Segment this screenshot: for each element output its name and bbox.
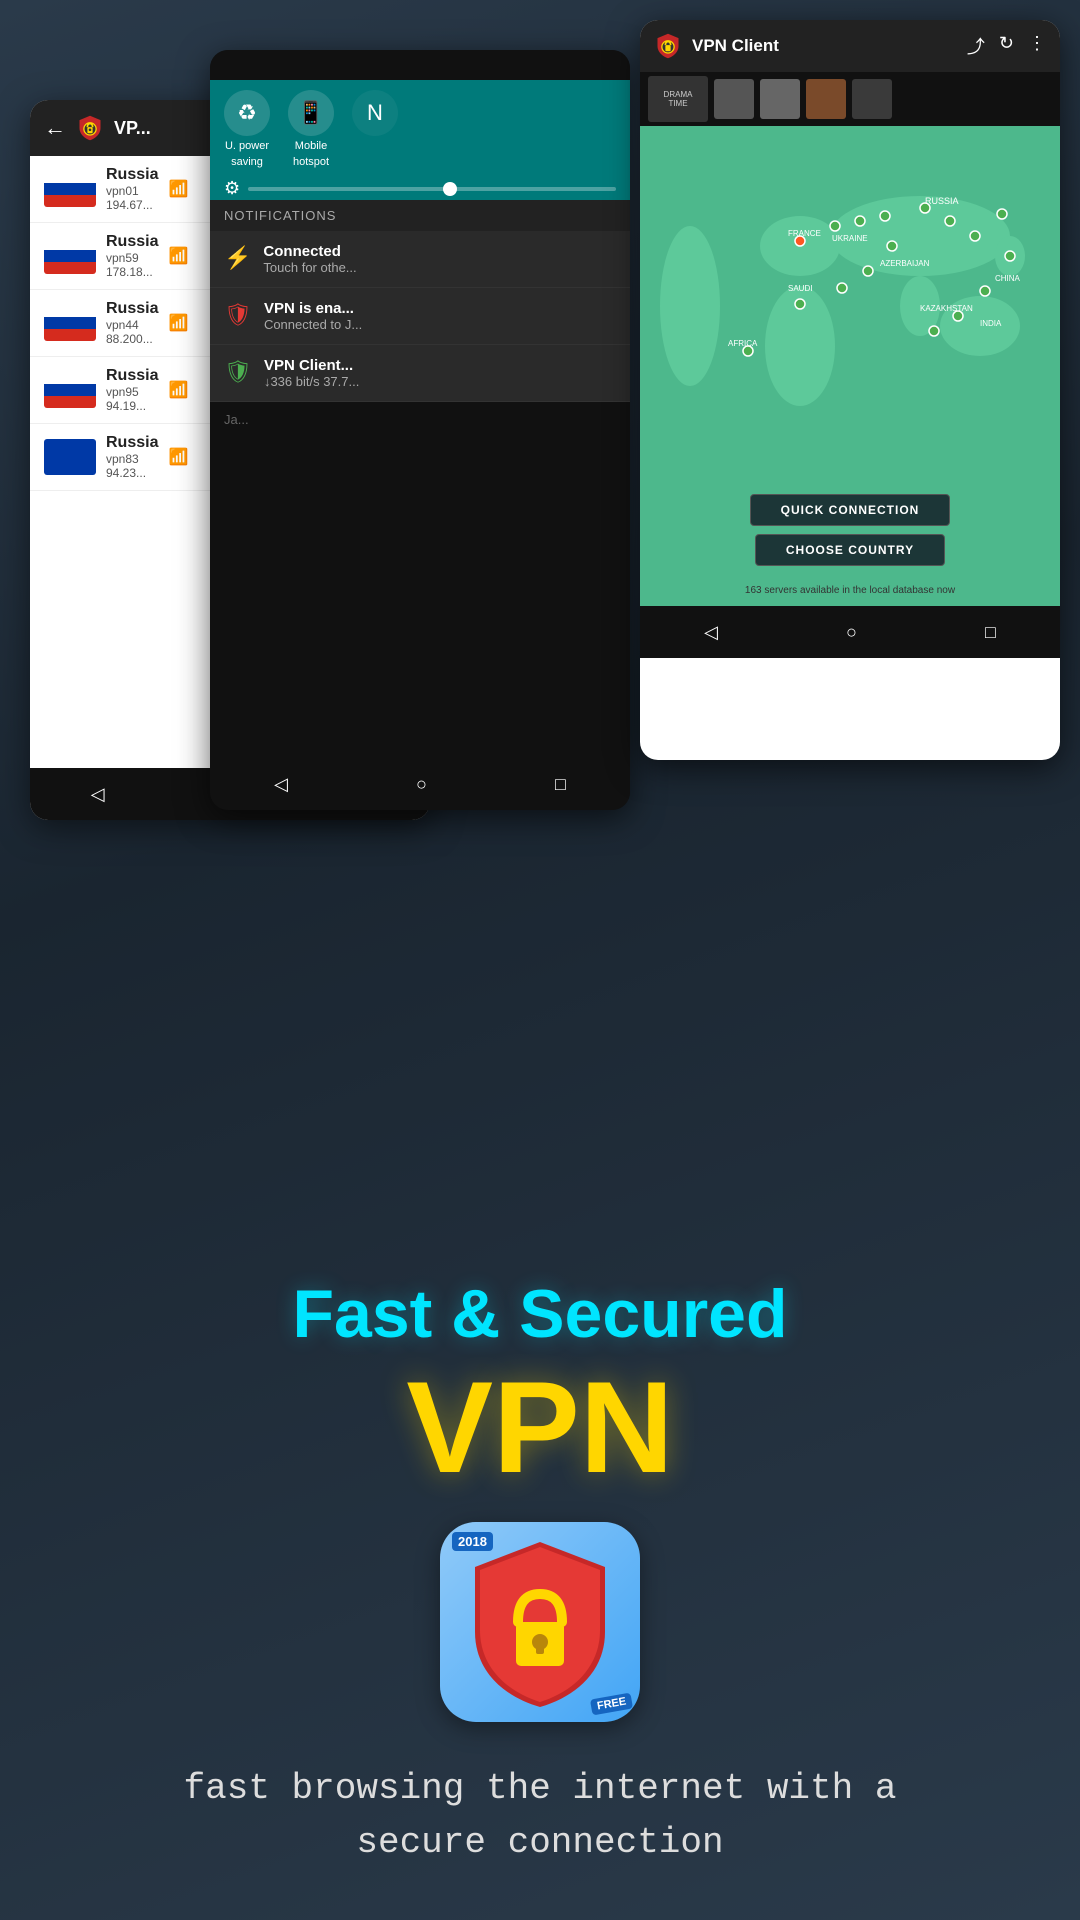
power-saving-icon: ♻ U. power saving bbox=[224, 90, 270, 168]
recents-nav-icon: □ bbox=[555, 774, 566, 795]
extra-qs-icon: N bbox=[352, 90, 398, 136]
usb-icon: ⚡ bbox=[224, 245, 251, 271]
server-info: Russia vpn95 94.19... bbox=[106, 367, 158, 413]
bottom-description: fast browsing the internet with asecure … bbox=[184, 1762, 897, 1870]
russia-flag bbox=[44, 238, 96, 274]
svg-text:KAZAKHSTAN: KAZAKHSTAN bbox=[920, 304, 973, 313]
quick-connection-button[interactable]: QUICK CONNECTION bbox=[750, 494, 951, 526]
media-bar: DRAMATIME bbox=[640, 72, 1060, 126]
signal-icon: 📶 bbox=[168, 246, 188, 266]
back-nav-icon: ◁ bbox=[704, 622, 718, 643]
server-info: Russia vpn01 194.67... bbox=[106, 166, 158, 212]
share-icon: ⤴ bbox=[967, 33, 985, 59]
right-phone-title: VPN Client bbox=[692, 36, 957, 56]
right-phone-navbar: ◁ ○ □ bbox=[640, 606, 1060, 658]
russia-flag bbox=[44, 171, 96, 207]
servers-info-text: 163 servers available in the local datab… bbox=[640, 585, 1060, 596]
signal-icon: 📶 bbox=[168, 179, 188, 199]
russia-flag bbox=[44, 439, 96, 475]
signal-icon: 📶 bbox=[168, 313, 188, 333]
notifications-header: NOTIFICATIONS bbox=[210, 200, 630, 231]
brightness-thumb bbox=[443, 182, 457, 196]
signal-icon: 📶 bbox=[168, 447, 188, 467]
svg-text:AFRICA: AFRICA bbox=[728, 339, 758, 348]
svg-text:RUSSIA: RUSSIA bbox=[925, 196, 959, 206]
back-nav-icon: ◁ bbox=[91, 784, 105, 805]
choose-country-button[interactable]: CHOOSE COUNTRY bbox=[755, 534, 945, 566]
back-nav-icon: ◁ bbox=[274, 774, 288, 795]
tagline-fast-secured: Fast & Secured bbox=[292, 1277, 787, 1352]
bottom-section: Fast & Secured VPN 2018 FREE fast browsi… bbox=[0, 920, 1080, 1920]
signal-icon: 📶 bbox=[168, 380, 188, 400]
vpn-green-shield-icon: 🛡 bbox=[224, 359, 252, 385]
home-nav-icon: ○ bbox=[846, 622, 857, 643]
phone-right-screenshot: VPN Client ⤴ ↻ ⋮ DRAMATIME bbox=[640, 20, 1060, 760]
refresh-icon: ↻ bbox=[999, 33, 1014, 59]
media-thumb bbox=[760, 79, 800, 119]
notification-usb: ⚡ Connected Touch for othe... bbox=[210, 231, 630, 288]
notif-content: VPN is ena... Connected to J... bbox=[264, 300, 362, 332]
server-info: Russia vpn59 178.18... bbox=[106, 233, 158, 279]
quick-settings-panel: ♻ U. power saving 📱 Mobile hotspot N ⚙ bbox=[210, 80, 630, 200]
server-info: Russia vpn83 94.23... bbox=[106, 434, 158, 480]
server-info: Russia vpn44 88.200... bbox=[106, 300, 158, 346]
vpn-map: RUSSIA KAZAKHSTAN AZERBAIJAN SAUDI AFRIC… bbox=[640, 126, 1060, 606]
status-bar bbox=[210, 50, 630, 80]
svg-text:AZERBAIJAN: AZERBAIJAN bbox=[880, 259, 930, 268]
hotspot-icon: 📱 Mobile hotspot bbox=[288, 90, 334, 168]
more-icon: ⋮ bbox=[1028, 33, 1046, 59]
notification-vpn-client: 🛡 VPN Client... ↓336 bit/s 37.7... bbox=[210, 345, 630, 402]
media-thumb bbox=[852, 79, 892, 119]
media-thumb bbox=[714, 79, 754, 119]
svg-text:INDIA: INDIA bbox=[980, 319, 1002, 328]
mid-footer-text: Ja... bbox=[210, 402, 630, 437]
large-shield-svg bbox=[440, 1522, 640, 1722]
app-shield-icon bbox=[654, 32, 682, 60]
shield-icon bbox=[76, 114, 104, 142]
media-thumb bbox=[806, 79, 846, 119]
brightness-track bbox=[248, 187, 616, 191]
left-phone-title: VP... bbox=[114, 118, 151, 139]
recents-nav-icon: □ bbox=[985, 622, 996, 643]
svg-text:FRANCE: FRANCE bbox=[788, 229, 821, 238]
vpn-shield-icon: 🛡 bbox=[224, 302, 252, 328]
notif-content: Connected Touch for othe... bbox=[263, 243, 356, 275]
app-icon-large: 2018 FREE bbox=[440, 1522, 640, 1722]
home-nav-icon: ○ bbox=[416, 774, 427, 795]
right-phone-header: VPN Client ⤴ ↻ ⋮ bbox=[640, 20, 1060, 72]
russia-flag bbox=[44, 372, 96, 408]
svg-text:UKRAINE: UKRAINE bbox=[832, 234, 868, 243]
svg-text:CHINA: CHINA bbox=[995, 274, 1021, 283]
notification-vpn-enabled: 🛡 VPN is ena... Connected to J... bbox=[210, 288, 630, 345]
russia-flag bbox=[44, 305, 96, 341]
phone-mid-screenshot: ♻ U. power saving 📱 Mobile hotspot N ⚙ N… bbox=[210, 50, 630, 810]
notif-content: VPN Client... ↓336 bit/s 37.7... bbox=[264, 357, 359, 389]
brightness-icon: ⚙ bbox=[224, 178, 240, 199]
media-thumb-main: DRAMATIME bbox=[648, 76, 708, 122]
map-buttons: QUICK CONNECTION CHOOSE COUNTRY bbox=[640, 494, 1060, 566]
tagline-vpn: VPN bbox=[406, 1362, 673, 1492]
svg-text:SAUDI: SAUDI bbox=[788, 284, 812, 293]
header-icons: ⤴ ↻ ⋮ bbox=[967, 33, 1046, 59]
mid-phone-navbar: ◁ ○ □ bbox=[210, 758, 630, 810]
back-arrow-icon: ← bbox=[44, 115, 66, 141]
